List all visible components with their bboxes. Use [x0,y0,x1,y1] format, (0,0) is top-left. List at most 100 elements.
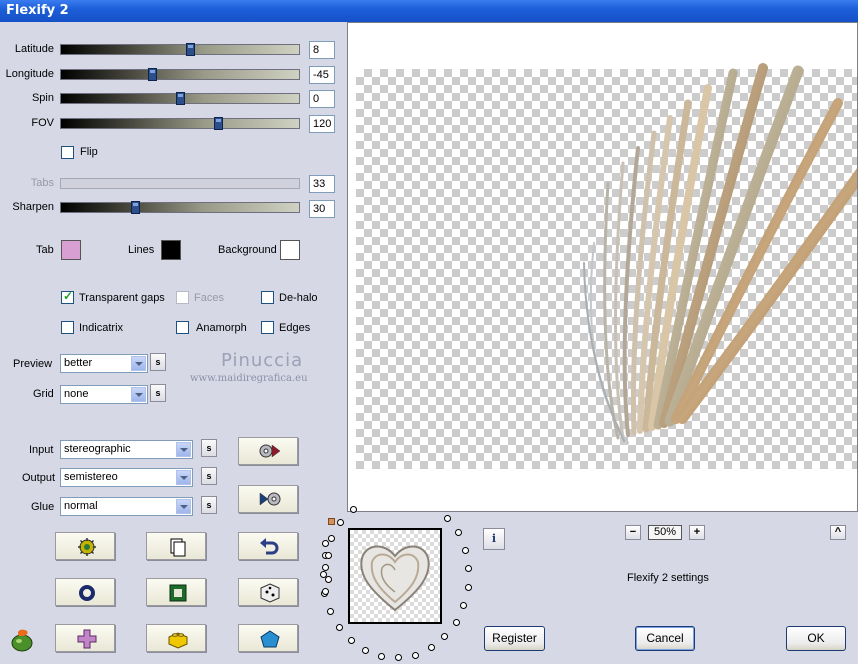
preview-s-button[interactable]: s [150,353,166,371]
latitude-slider[interactable] [60,43,300,56]
navigator-dot[interactable] [452,619,460,627]
flexify-window: Flexify 2 Latitude 8 Longitude -45 Spin … [0,0,858,664]
output-projection-select[interactable]: semistereo [60,468,193,487]
ok-button[interactable]: OK [786,626,846,651]
indicatrix-checkbox[interactable] [61,321,74,334]
frame-tool-button[interactable] [146,578,206,606]
cross-tool-button[interactable] [55,624,115,652]
navigator-dot[interactable] [326,608,334,616]
edges-label: Edges [279,322,311,334]
navigator-dot[interactable] [444,514,452,522]
scroll-up-button[interactable]: ^ [830,525,846,540]
brick-tool-button[interactable] [146,624,206,652]
copy-to-input-button[interactable] [238,485,298,513]
ring-tool-button[interactable] [55,578,115,606]
copy-to-output-button[interactable] [238,437,298,465]
faces-checkbox [176,291,189,304]
heart-image [360,545,430,612]
anamorph-label: Anamorph [196,322,247,334]
longitude-value[interactable]: -45 [309,66,335,84]
edges-checkbox[interactable] [261,321,274,334]
input-s-button[interactable]: s [201,439,217,457]
navigator-dot[interactable] [349,506,357,514]
sharpen-slider-thumb[interactable] [131,201,140,214]
navigator-dot[interactable] [395,654,403,662]
navigator-dot[interactable] [465,565,473,573]
open-preset-button[interactable] [55,532,115,560]
source-thumbnail[interactable] [348,528,442,624]
flip-checkbox[interactable] [61,146,74,159]
fov-label: FOV [31,117,54,129]
navigator-dot[interactable] [325,576,332,583]
navigator-dot[interactable] [322,564,329,571]
chevron-down-icon[interactable] [176,499,191,514]
spin-slider[interactable] [60,92,300,105]
transparent-gaps-checkbox[interactable]: ✓ [61,289,74,304]
de-halo-checkbox[interactable] [261,291,274,304]
navigator-dot[interactable] [454,529,462,537]
navigator-dot[interactable] [460,602,468,610]
longitude-slider-thumb[interactable] [148,68,157,81]
tabs-label: Tabs [30,177,54,189]
grid-s-button[interactable]: s [150,384,166,402]
preview-canvas[interactable] [347,22,858,512]
spin-slider-thumb[interactable] [176,92,185,105]
info-button[interactable]: i [483,528,505,550]
grid-select[interactable]: none [60,385,148,404]
navigator-dot[interactable] [335,624,343,632]
plus-shape-icon [77,629,97,649]
random-button[interactable] [238,578,298,606]
tabs-slider [60,178,300,189]
zoom-out-button[interactable]: − [625,525,641,540]
indicatrix-label: Indicatrix [79,322,124,334]
tab-color-swatch[interactable] [61,240,81,260]
background-color-swatch[interactable] [280,240,300,260]
input-projection-select[interactable]: stereographic [60,440,193,459]
anamorph-checkbox[interactable] [176,321,189,334]
fov-value[interactable]: 120 [309,115,335,133]
fov-slider-thumb[interactable] [214,117,223,130]
navigator-dot[interactable] [411,651,419,659]
navigator-dot[interactable] [322,540,329,547]
navigator-handle[interactable] [328,518,335,525]
lines-color-swatch[interactable] [161,240,181,260]
latitude-value[interactable]: 8 [309,41,335,59]
chevron-down-icon[interactable] [131,356,146,371]
sharpen-slider[interactable] [60,201,300,214]
navigator-dot[interactable] [327,534,335,542]
register-button[interactable]: Register [484,626,545,651]
longitude-label: Longitude [5,68,54,80]
copy-button[interactable] [146,532,206,560]
window-title: Flexify 2 [6,3,69,18]
navigator-dot[interactable] [427,644,435,652]
undo-button[interactable] [238,532,298,560]
navigator-dot[interactable] [362,647,370,655]
pentagon-tool-button[interactable] [238,624,298,652]
output-s-button[interactable]: s [201,467,217,485]
navigator-dot[interactable] [337,519,345,526]
fov-slider[interactable] [60,117,300,130]
navigator-dot[interactable] [347,637,355,645]
chevron-down-icon[interactable] [131,387,146,402]
preview-quality-select[interactable]: better [60,354,148,373]
glue-label: Glue [31,501,55,513]
chevron-down-icon[interactable] [176,442,191,457]
zoom-level: 50% [648,525,682,540]
latitude-slider-thumb[interactable] [186,43,195,56]
longitude-slider[interactable] [60,68,300,81]
navigator-dot[interactable] [461,546,469,554]
glue-select[interactable]: normal [60,497,193,516]
zoom-in-button[interactable]: + [689,525,705,540]
navigator-dot[interactable] [322,588,329,595]
cancel-button[interactable]: Cancel [635,626,695,651]
navigator-dot[interactable] [441,633,449,641]
preview-quality-label: Preview [13,358,53,370]
glue-s-button[interactable]: s [201,496,217,514]
navigator-dot[interactable] [378,652,386,660]
spin-value[interactable]: 0 [309,90,335,108]
navigator-dot[interactable] [325,552,332,559]
navigator-dot[interactable] [464,584,472,592]
title-bar[interactable]: Flexify 2 [0,0,858,22]
chevron-down-icon[interactable] [176,470,191,485]
sharpen-value[interactable]: 30 [309,200,335,218]
